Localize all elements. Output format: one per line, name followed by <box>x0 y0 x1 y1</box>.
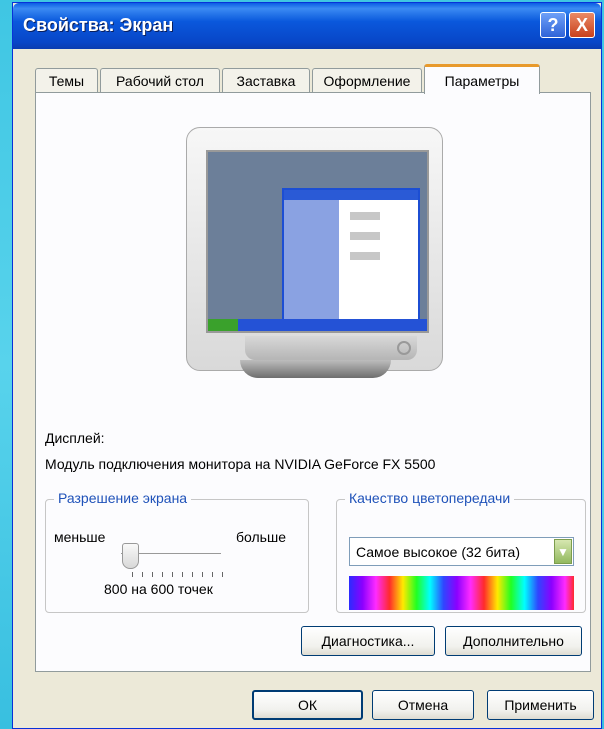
monitor-stand <box>240 360 391 378</box>
monitor-screen <box>206 150 429 333</box>
tab-screensaver[interactable]: Заставка <box>222 68 310 93</box>
color-quality-selected: Самое высокое (32 бита) <box>356 544 520 560</box>
preview-window <box>282 188 420 322</box>
color-quality-group: Качество цветопередачи Самое высокое (32… <box>336 490 586 613</box>
resolution-group: Разрешение экрана меньше больше 800 на 6… <box>45 490 309 613</box>
color-quality-legend: Качество цветопередачи <box>345 490 515 506</box>
ok-button[interactable]: ОК <box>252 690 363 720</box>
preview-window-row <box>350 232 380 240</box>
resolution-value: 800 на 600 точек <box>104 581 213 597</box>
preview-window-row <box>350 212 380 220</box>
color-quality-select[interactable]: Самое высокое (32 бита) ▼ <box>349 537 574 566</box>
monitor-preview <box>186 127 443 371</box>
preview-window-titlebar <box>284 190 418 200</box>
chevron-down-icon[interactable]: ▼ <box>554 539 572 564</box>
slider-tick-mark <box>222 572 223 577</box>
slider-tick-mark <box>142 572 143 577</box>
tab-settings[interactable]: Параметры <box>424 64 540 94</box>
display-properties-dialog: Свойства: Экран ? X Темы Рабочий стол За… <box>12 2 602 729</box>
advanced-button[interactable]: Дополнительно <box>445 626 582 656</box>
display-device-name: Модуль подключения монитора на NVIDIA Ge… <box>45 456 436 472</box>
settings-panel: Дисплей: Модуль подключения монитора на … <box>35 92 591 672</box>
title-bar: Свойства: Экран ? X <box>13 3 601 49</box>
close-button[interactable]: X <box>569 12 595 38</box>
resolution-slider-thumb[interactable] <box>122 543 139 569</box>
slider-tick-mark <box>182 572 183 577</box>
display-label: Дисплей: <box>45 430 105 446</box>
slider-tick-mark <box>172 572 173 577</box>
power-indicator-icon <box>397 341 411 355</box>
color-spectrum-preview <box>349 576 574 610</box>
tab-appearance[interactable]: Оформление <box>312 68 422 93</box>
resolution-less-label: меньше <box>54 529 106 545</box>
slider-tick-mark <box>212 572 213 577</box>
slider-tick-mark <box>152 572 153 577</box>
monitor-bezel-bottom <box>245 336 417 360</box>
slider-tick-mark <box>192 572 193 577</box>
help-button[interactable]: ? <box>540 12 566 38</box>
diagnostics-button[interactable]: Диагностика... <box>301 626 435 656</box>
tab-desktop[interactable]: Рабочий стол <box>100 68 220 93</box>
tab-themes[interactable]: Темы <box>35 68 98 93</box>
cancel-button[interactable]: Отмена <box>372 690 474 720</box>
slider-tick-mark <box>132 572 133 577</box>
slider-tick-mark <box>162 572 163 577</box>
preview-window-row <box>350 252 380 260</box>
preview-taskbar <box>208 319 427 331</box>
preview-window-sidebar <box>284 200 339 320</box>
apply-button[interactable]: Применить <box>487 690 594 720</box>
resolution-slider-ticks <box>132 572 232 578</box>
preview-start-button <box>208 319 238 331</box>
window-title: Свойства: Экран <box>23 15 174 35</box>
slider-tick-mark <box>202 572 203 577</box>
resolution-more-label: больше <box>236 529 286 545</box>
resolution-legend: Разрешение экрана <box>54 490 192 506</box>
